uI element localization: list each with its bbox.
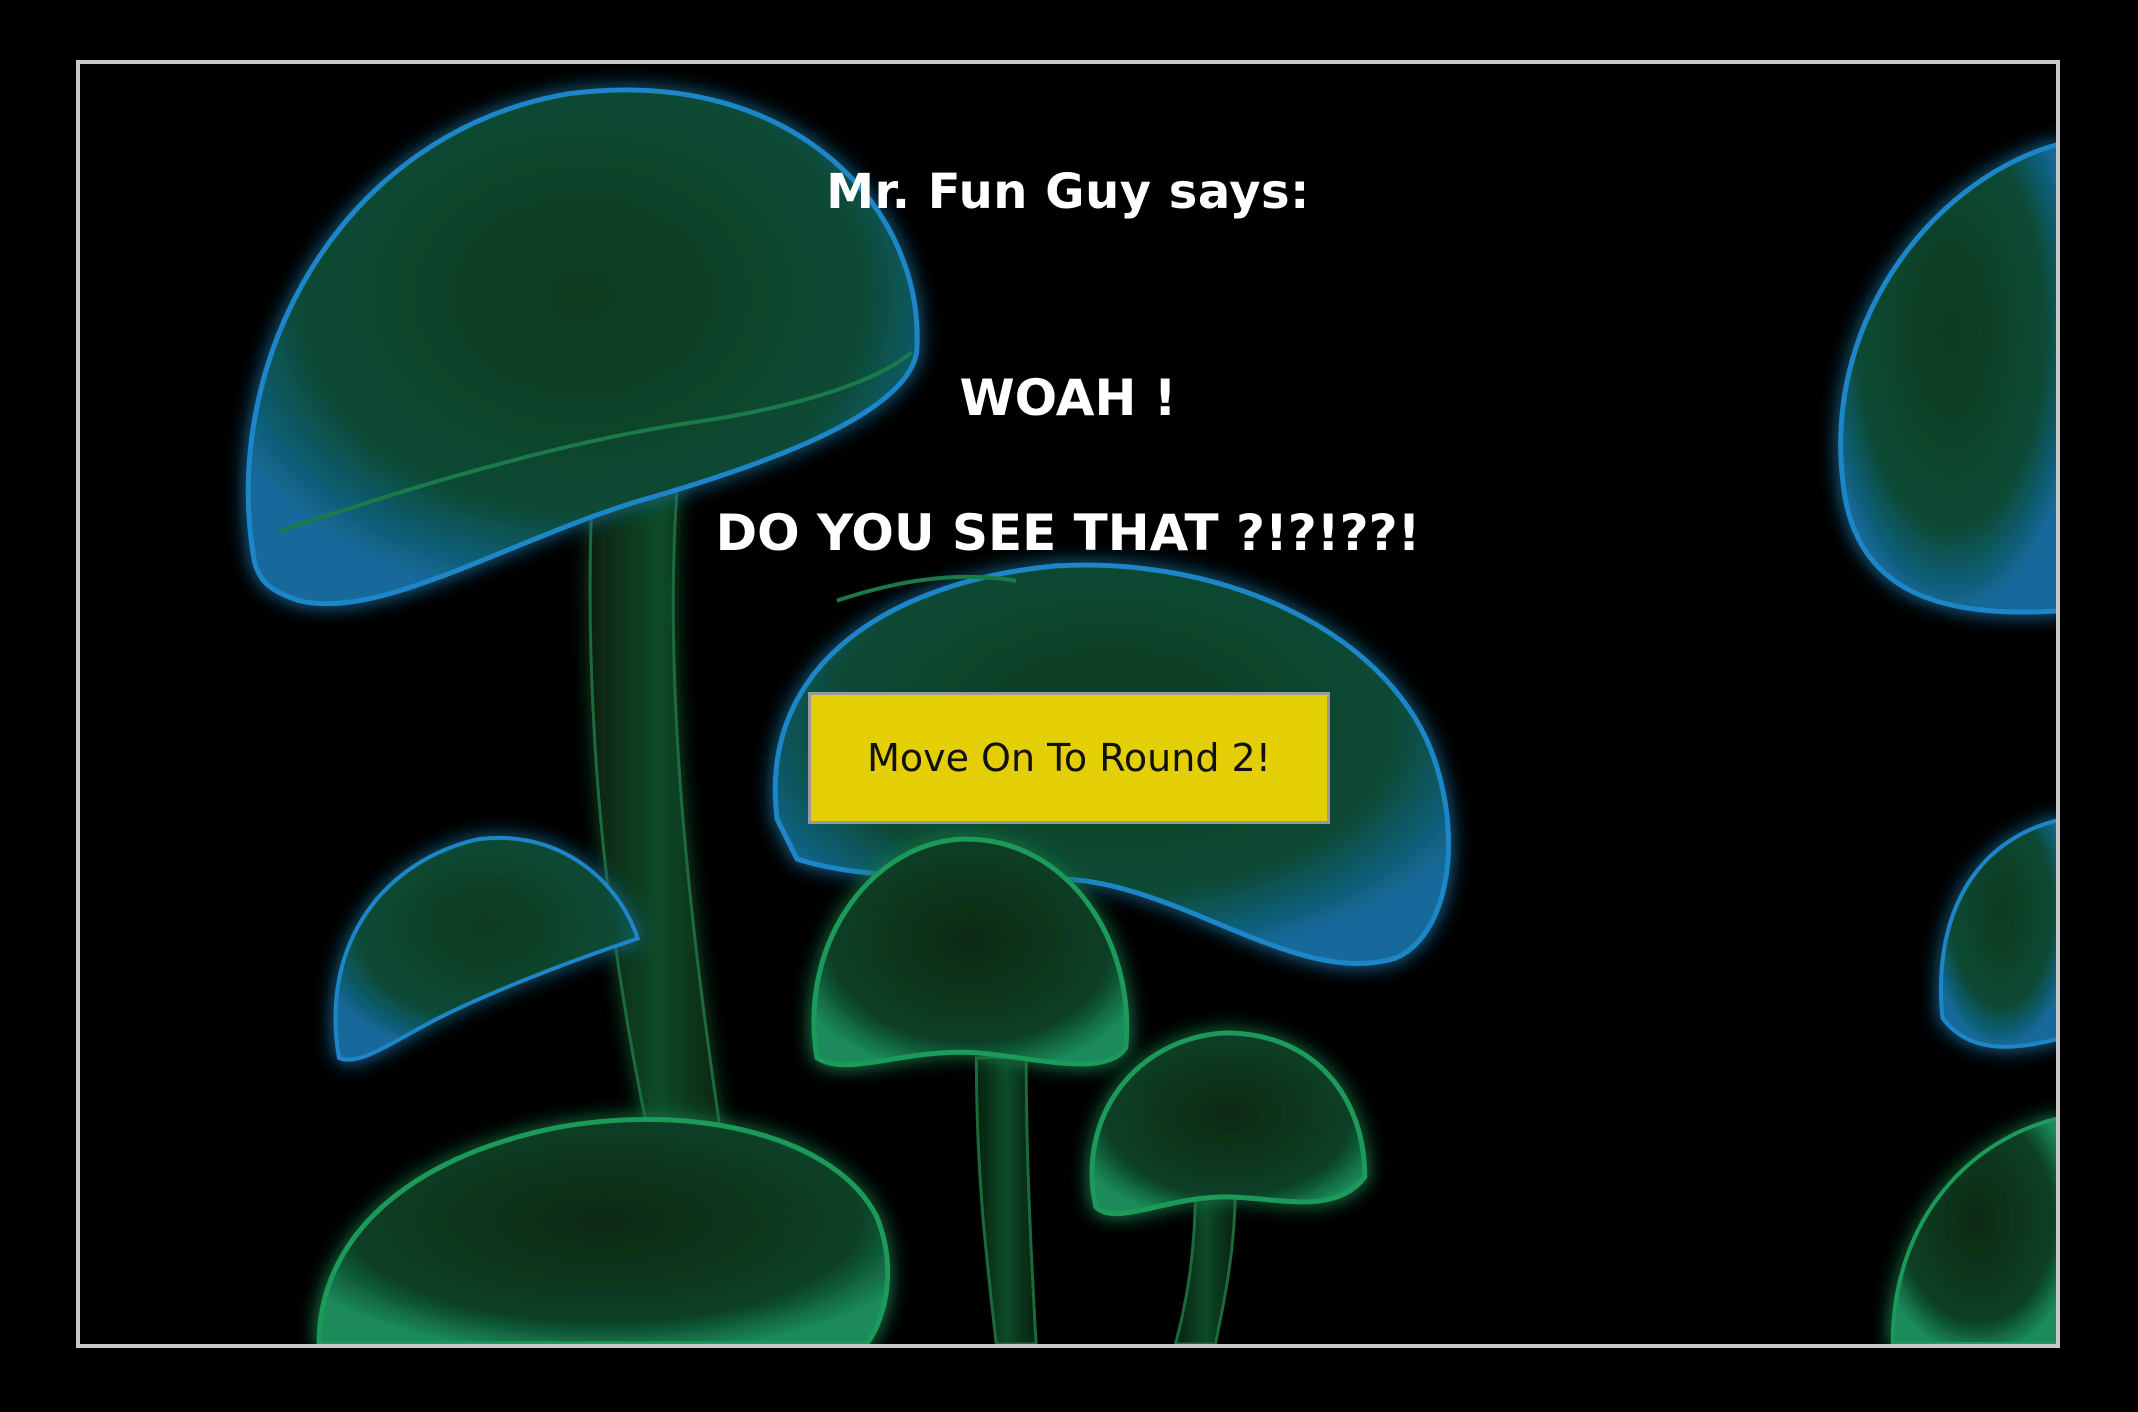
dialog-content: Mr. Fun Guy says: WOAH ! DO YOU SEE THAT… — [80, 64, 2056, 1344]
speaker-name: Mr. Fun Guy says: — [826, 164, 1310, 220]
next-round-button[interactable]: Move On To Round 2! — [808, 692, 1330, 824]
dialog-line-woah: WOAH ! — [959, 369, 1177, 427]
dialog-line-question: DO YOU SEE THAT ?!?!??! — [715, 504, 1421, 562]
game-frame: Mr. Fun Guy says: WOAH ! DO YOU SEE THAT… — [76, 60, 2060, 1348]
